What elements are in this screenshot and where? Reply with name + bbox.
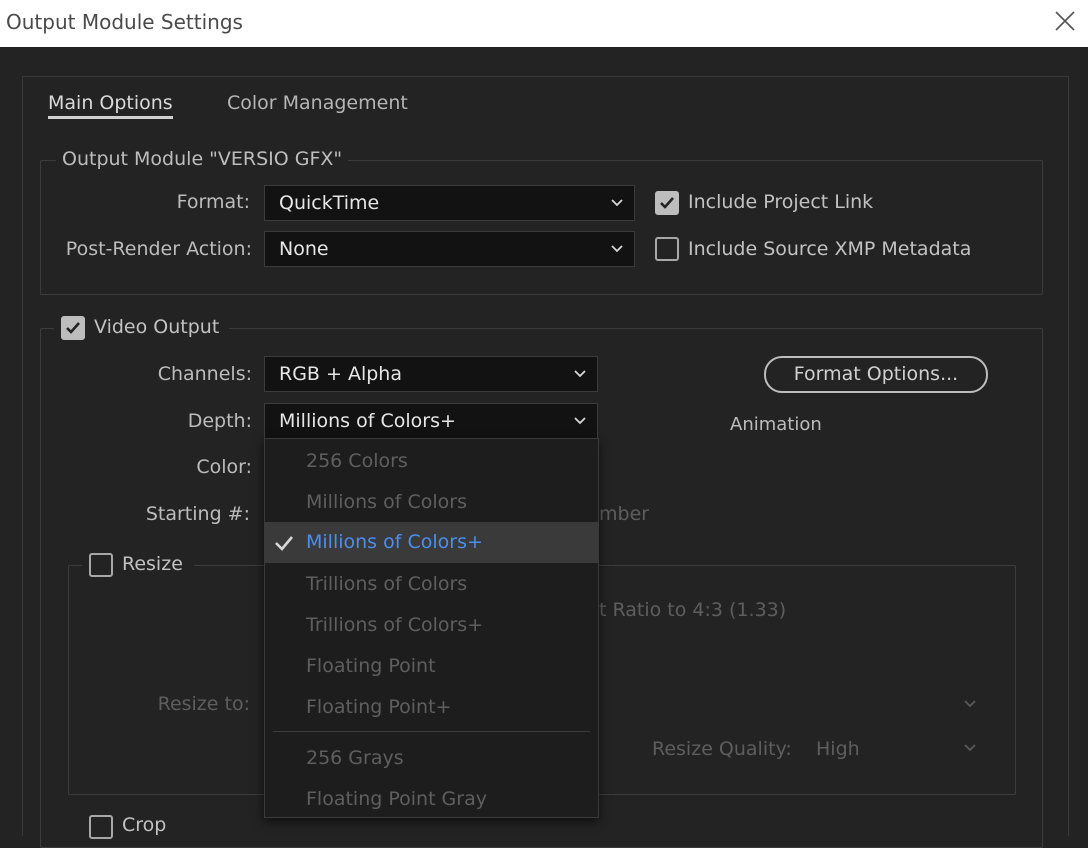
dropdown-item-trillions-of-colors[interactable]: Trillions of Colors: [265, 564, 598, 605]
format-options-button[interactable]: Format Options...: [764, 356, 988, 393]
crop-checkbox[interactable]: [89, 815, 113, 839]
format-label: Format:: [176, 191, 250, 213]
dropdown-item-millions-of-colors-plus[interactable]: Millions of Colors+: [265, 522, 598, 563]
channels-label: Channels:: [157, 363, 252, 385]
resize-quality-label: Resize Quality:: [652, 738, 792, 760]
depth-select[interactable]: Millions of Colors+: [264, 403, 598, 439]
chevron-down-icon: [964, 744, 976, 752]
lock-aspect-ratio-label: t Ratio to 4:3 (1.33): [599, 599, 787, 621]
dropdown-item-floating-point-gray[interactable]: Floating Point Gray: [265, 779, 598, 820]
output-module-legend: Output Module "VERSIO GFX": [56, 148, 349, 170]
resize-checkbox[interactable]: [89, 553, 113, 577]
checkmark-icon: [660, 197, 674, 209]
dropdown-item-trillions-of-colors-plus[interactable]: Trillions of Colors+: [265, 605, 598, 646]
include-xmp-label: Include Source XMP Metadata: [688, 238, 972, 260]
include-project-link-checkbox[interactable]: [655, 191, 679, 215]
color-label: Color:: [196, 456, 252, 478]
checkmark-icon: [275, 536, 293, 551]
dropdown-item-floating-point-plus[interactable]: Floating Point+: [265, 687, 598, 728]
channels-select[interactable]: RGB + Alpha: [264, 356, 598, 392]
resize-quality-value: High: [816, 738, 860, 760]
include-xmp-checkbox[interactable]: [655, 237, 679, 261]
close-icon[interactable]: [1052, 8, 1078, 34]
chevron-down-icon: [574, 417, 586, 425]
resize-label: Resize: [122, 553, 183, 575]
tab-main-options[interactable]: Main Options: [48, 92, 173, 119]
window-title: Output Module Settings: [6, 10, 243, 34]
dropdown-item-256-colors[interactable]: 256 Colors: [265, 441, 598, 482]
format-select[interactable]: QuickTime: [264, 185, 635, 221]
codec-label: Animation: [730, 414, 822, 435]
tab-color-management[interactable]: Color Management: [227, 92, 408, 114]
use-comp-frame-number-label: mber: [599, 503, 650, 525]
crop-label: Crop: [122, 814, 167, 836]
chevron-down-icon: [611, 245, 623, 253]
include-project-link-label: Include Project Link: [688, 191, 874, 213]
window-titlebar: Output Module Settings: [0, 0, 1088, 47]
chevron-down-icon: [964, 700, 976, 708]
post-render-value: None: [279, 238, 329, 260]
post-render-label: Post-Render Action:: [65, 238, 252, 260]
resize-to-label: Resize to:: [157, 693, 250, 715]
checkmark-icon: [66, 322, 80, 334]
chevron-down-icon: [611, 199, 623, 207]
depth-value: Millions of Colors+: [279, 410, 456, 432]
video-output-label: Video Output: [94, 316, 220, 338]
dropdown-item-256-grays[interactable]: 256 Grays: [265, 738, 598, 779]
channels-value: RGB + Alpha: [279, 363, 402, 385]
dropdown-item-millions-of-colors[interactable]: Millions of Colors: [265, 482, 598, 523]
post-render-select[interactable]: None: [264, 231, 635, 267]
dropdown-separator: [273, 731, 590, 732]
chevron-down-icon: [574, 370, 586, 378]
output-module-group: [40, 160, 1043, 295]
format-value: QuickTime: [279, 192, 380, 214]
depth-dropdown-menu: 256 Colors Millions of Colors Millions o…: [264, 438, 599, 818]
video-output-checkbox[interactable]: [61, 316, 85, 340]
depth-label: Depth:: [187, 410, 252, 432]
dropdown-item-floating-point[interactable]: Floating Point: [265, 646, 598, 687]
starting-number-label: Starting #:: [145, 503, 250, 525]
